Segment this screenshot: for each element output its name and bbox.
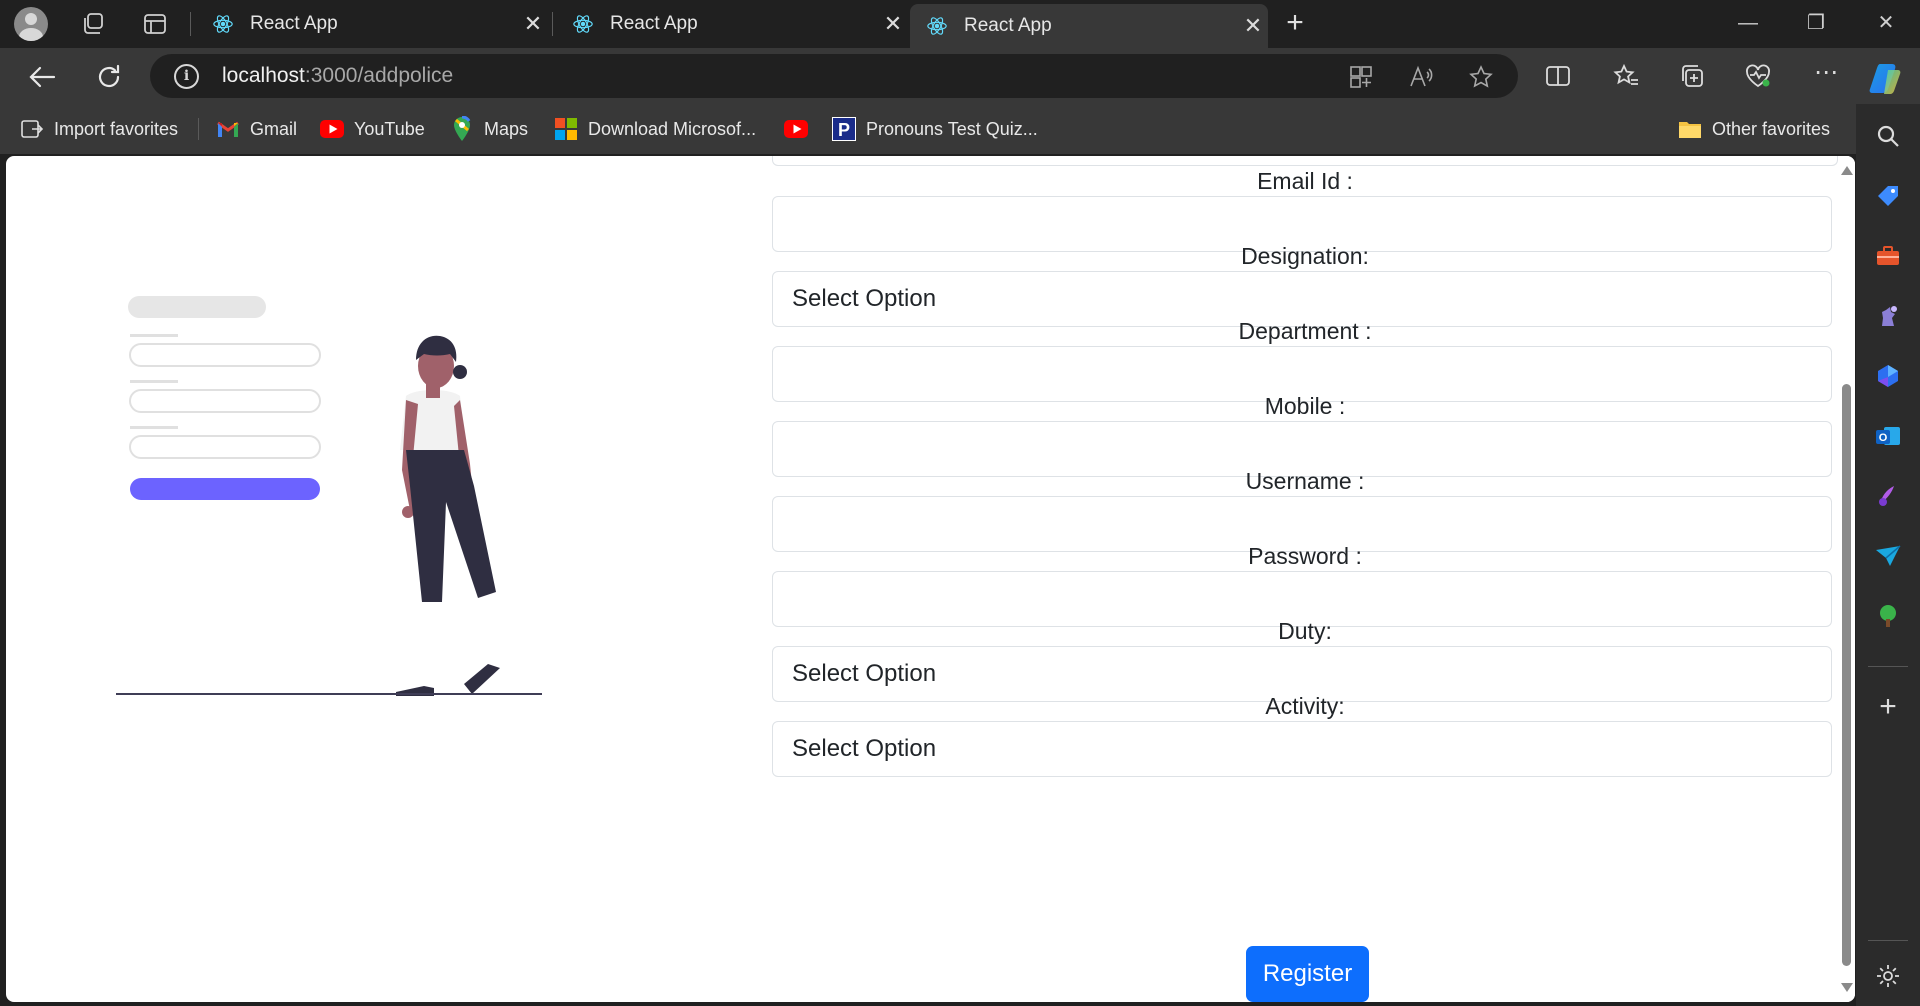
copilot-icon[interactable]: [1868, 60, 1904, 96]
microsoft-icon: [554, 117, 578, 141]
tab-strip: React App ✕ React App ✕ React App ✕ + ― …: [0, 0, 1920, 48]
refresh-icon[interactable]: [92, 60, 126, 94]
favorite-star-icon[interactable]: [1468, 64, 1494, 90]
edge-sidebar: O +: [1856, 104, 1920, 1006]
svg-text:P: P: [838, 120, 850, 140]
search-icon[interactable]: [1874, 122, 1902, 150]
shopping-tag-icon[interactable]: [1874, 182, 1902, 210]
field-label: Password :: [1248, 543, 1362, 569]
other-favorites[interactable]: Other favorites: [1678, 116, 1830, 142]
split-screen-icon[interactable]: [1544, 62, 1572, 90]
app-available-icon[interactable]: [1348, 64, 1374, 90]
games-icon[interactable]: [1874, 302, 1902, 330]
import-icon: [20, 117, 44, 141]
window-close-button[interactable]: ✕: [1866, 8, 1906, 38]
field-designation: Designation: Select Option: [772, 241, 1838, 327]
maps-icon: [450, 116, 474, 141]
field-label: Activity:: [1265, 693, 1345, 719]
react-logo-icon: [927, 17, 947, 35]
browser-toolbar: i localhost:3000/addpolice ⋯: [0, 48, 1920, 104]
field-label: Username :: [1245, 468, 1365, 494]
field-label: Designation:: [1241, 243, 1369, 269]
collections-icon[interactable]: [1678, 62, 1706, 90]
svg-text:O: O: [1879, 432, 1888, 444]
illustration-button: [130, 478, 320, 500]
field-label: Department :: [1238, 318, 1372, 344]
scrollbar-thumb[interactable]: [1842, 384, 1851, 966]
favorite-import[interactable]: Import favorites: [20, 116, 178, 142]
field-email: Email Id :: [772, 166, 1838, 252]
outlook-icon[interactable]: O: [1874, 422, 1902, 450]
tab-title: React App: [610, 13, 698, 34]
registration-illustration: [116, 296, 542, 696]
restore-button[interactable]: ❐: [1796, 8, 1836, 38]
page-viewport: Email Id : Designation: Select Option De…: [6, 156, 1855, 1002]
close-tab-icon[interactable]: ✕: [878, 9, 908, 39]
tab-title: React App: [964, 15, 1052, 36]
tools-icon[interactable]: [1874, 242, 1902, 270]
copilot-sidebar-icon[interactable]: [1874, 362, 1902, 390]
register-button[interactable]: Register: [1246, 946, 1369, 1002]
tab-3-active[interactable]: React App ✕: [910, 4, 1268, 48]
site-info-icon[interactable]: i: [174, 64, 199, 89]
favorites-bar: Import favorites Gmail YouTube Maps Down…: [0, 104, 1920, 154]
url-text[interactable]: localhost:3000/addpolice: [222, 64, 453, 88]
close-tab-icon[interactable]: ✕: [518, 9, 548, 39]
tab-2[interactable]: React App ✕: [556, 4, 908, 44]
favorite-maps[interactable]: Maps: [450, 116, 528, 142]
favorite-youtube[interactable]: YouTube: [320, 116, 425, 142]
favorite-gmail[interactable]: Gmail: [216, 116, 297, 142]
address-bar[interactable]: i localhost:3000/addpolice: [150, 54, 1518, 98]
profile-avatar[interactable]: [14, 7, 48, 41]
field-label: Mobile :: [1264, 393, 1346, 419]
favorite-pronouns-quiz[interactable]: P Pronouns Test Quiz...: [832, 116, 1038, 142]
react-logo-icon: [573, 15, 593, 33]
folder-icon: [1678, 117, 1702, 141]
field-department: Department :: [772, 316, 1838, 402]
scroll-up-arrow-icon[interactable]: [1841, 166, 1853, 175]
field-username: Username :: [772, 466, 1838, 552]
tab-title: React App: [250, 13, 338, 34]
gmail-icon: [216, 117, 240, 141]
send-icon[interactable]: [1874, 542, 1902, 570]
minimize-button[interactable]: ―: [1728, 8, 1768, 38]
illustration-ground-line: [116, 693, 542, 695]
designer-icon[interactable]: [1874, 482, 1902, 510]
field-password: Password :: [772, 541, 1838, 627]
field-label: Email Id :: [1257, 168, 1353, 194]
browser-essentials-icon[interactable]: [1744, 62, 1772, 90]
youtube-icon: [320, 117, 344, 141]
field-duty: Duty: Select Option: [772, 616, 1838, 702]
favorite-youtube-2[interactable]: [784, 116, 818, 142]
tree-icon[interactable]: [1874, 602, 1902, 630]
pronouns-icon: P: [832, 117, 856, 141]
illustration-placeholder-bar: [128, 296, 266, 318]
field-label: Duty:: [1278, 618, 1332, 644]
more-options-icon[interactable]: ⋯: [1812, 61, 1840, 90]
tab-actions-icon[interactable]: [142, 11, 168, 37]
field-activity: Activity: Select Option: [772, 691, 1838, 777]
close-tab-icon[interactable]: ✕: [1238, 11, 1268, 41]
tab-1[interactable]: React App ✕: [196, 4, 548, 44]
scroll-down-arrow-icon[interactable]: [1841, 983, 1853, 992]
settings-gear-icon[interactable]: [1874, 962, 1902, 990]
previous-field-edge: [772, 156, 1838, 166]
new-tab-button[interactable]: +: [1280, 8, 1310, 39]
youtube-icon: [784, 117, 808, 141]
workspaces-icon[interactable]: [80, 11, 106, 37]
activity-select[interactable]: Select Option: [772, 721, 1832, 777]
react-logo-icon: [213, 15, 233, 33]
field-mobile: Mobile :: [772, 391, 1838, 477]
add-sidebar-app-icon[interactable]: +: [1874, 692, 1902, 722]
read-aloud-icon[interactable]: [1408, 64, 1434, 90]
favorite-microsoft-download[interactable]: Download Microsof...: [554, 116, 756, 142]
back-icon[interactable]: [26, 60, 60, 94]
page-scrollbar[interactable]: [1838, 156, 1855, 1002]
favorites-icon[interactable]: [1612, 62, 1640, 90]
